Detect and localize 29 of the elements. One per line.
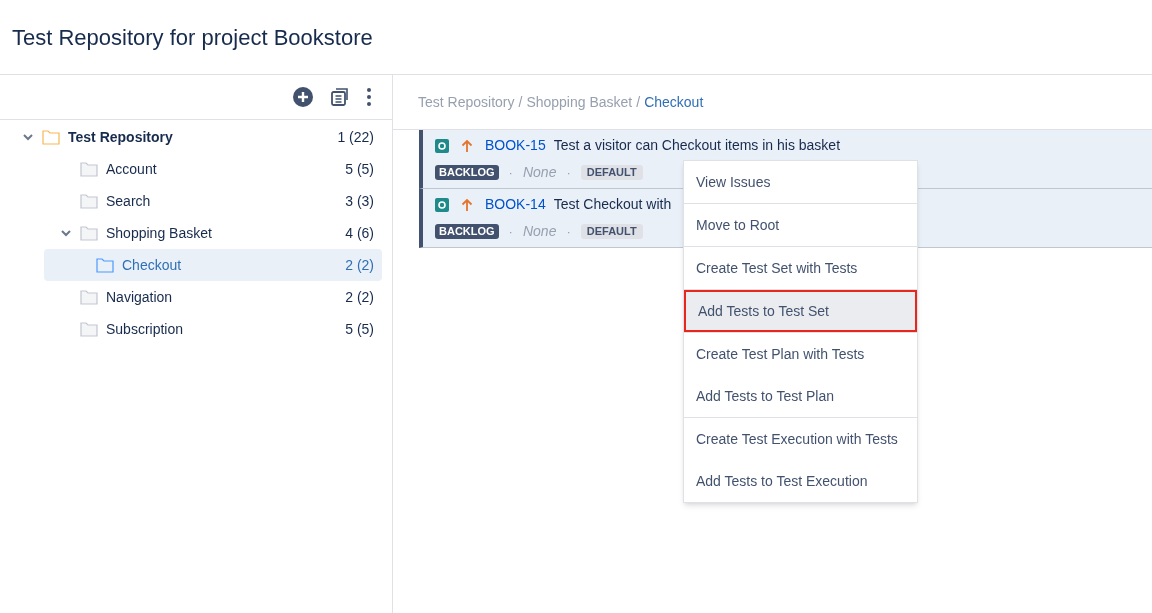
status-badge: BACKLOG xyxy=(435,224,499,239)
assignee-text: None xyxy=(522,163,557,182)
tree-item-label: Subscription xyxy=(106,319,184,339)
tree-item-count: 3 (3) xyxy=(345,191,374,211)
assignee-text: None xyxy=(522,222,557,241)
tree-item-count: 2 (2) xyxy=(345,255,374,275)
tree-item-label: Search xyxy=(106,191,151,211)
tree-item-label: Account xyxy=(106,159,157,179)
label-badge: DEFAULT xyxy=(580,224,643,239)
separator-dot: · xyxy=(566,222,571,241)
label-badge: DEFAULT xyxy=(580,165,643,180)
tree-item-label: Shopping Basket xyxy=(106,223,212,243)
tree-item-count: 4 (6) xyxy=(345,223,374,243)
test-title: Test a visitor can Checkout items in his basket xyxy=(553,136,841,155)
tree-item-label: Test Repository xyxy=(68,127,173,147)
page-title: Test Repository for project Bookstore xyxy=(12,23,373,52)
separator-dot: · xyxy=(508,222,513,241)
tree-item-count: 1 (22) xyxy=(337,127,374,147)
tree-item-label: Navigation xyxy=(106,287,173,307)
separator-dot: · xyxy=(566,163,571,182)
status-badge: BACKLOG xyxy=(435,165,499,180)
separator-dot: · xyxy=(508,163,513,182)
tree-item-count: 2 (2) xyxy=(345,287,374,307)
breadcrumb-separator: / xyxy=(517,92,524,112)
test-title: Test Checkout with xyxy=(553,195,672,214)
breadcrumb-separator: / xyxy=(635,92,642,112)
tree-item-count: 5 (5) xyxy=(345,319,374,339)
tree-item-label: Checkout xyxy=(122,255,182,275)
tree-item-count: 5 (5) xyxy=(345,159,374,179)
